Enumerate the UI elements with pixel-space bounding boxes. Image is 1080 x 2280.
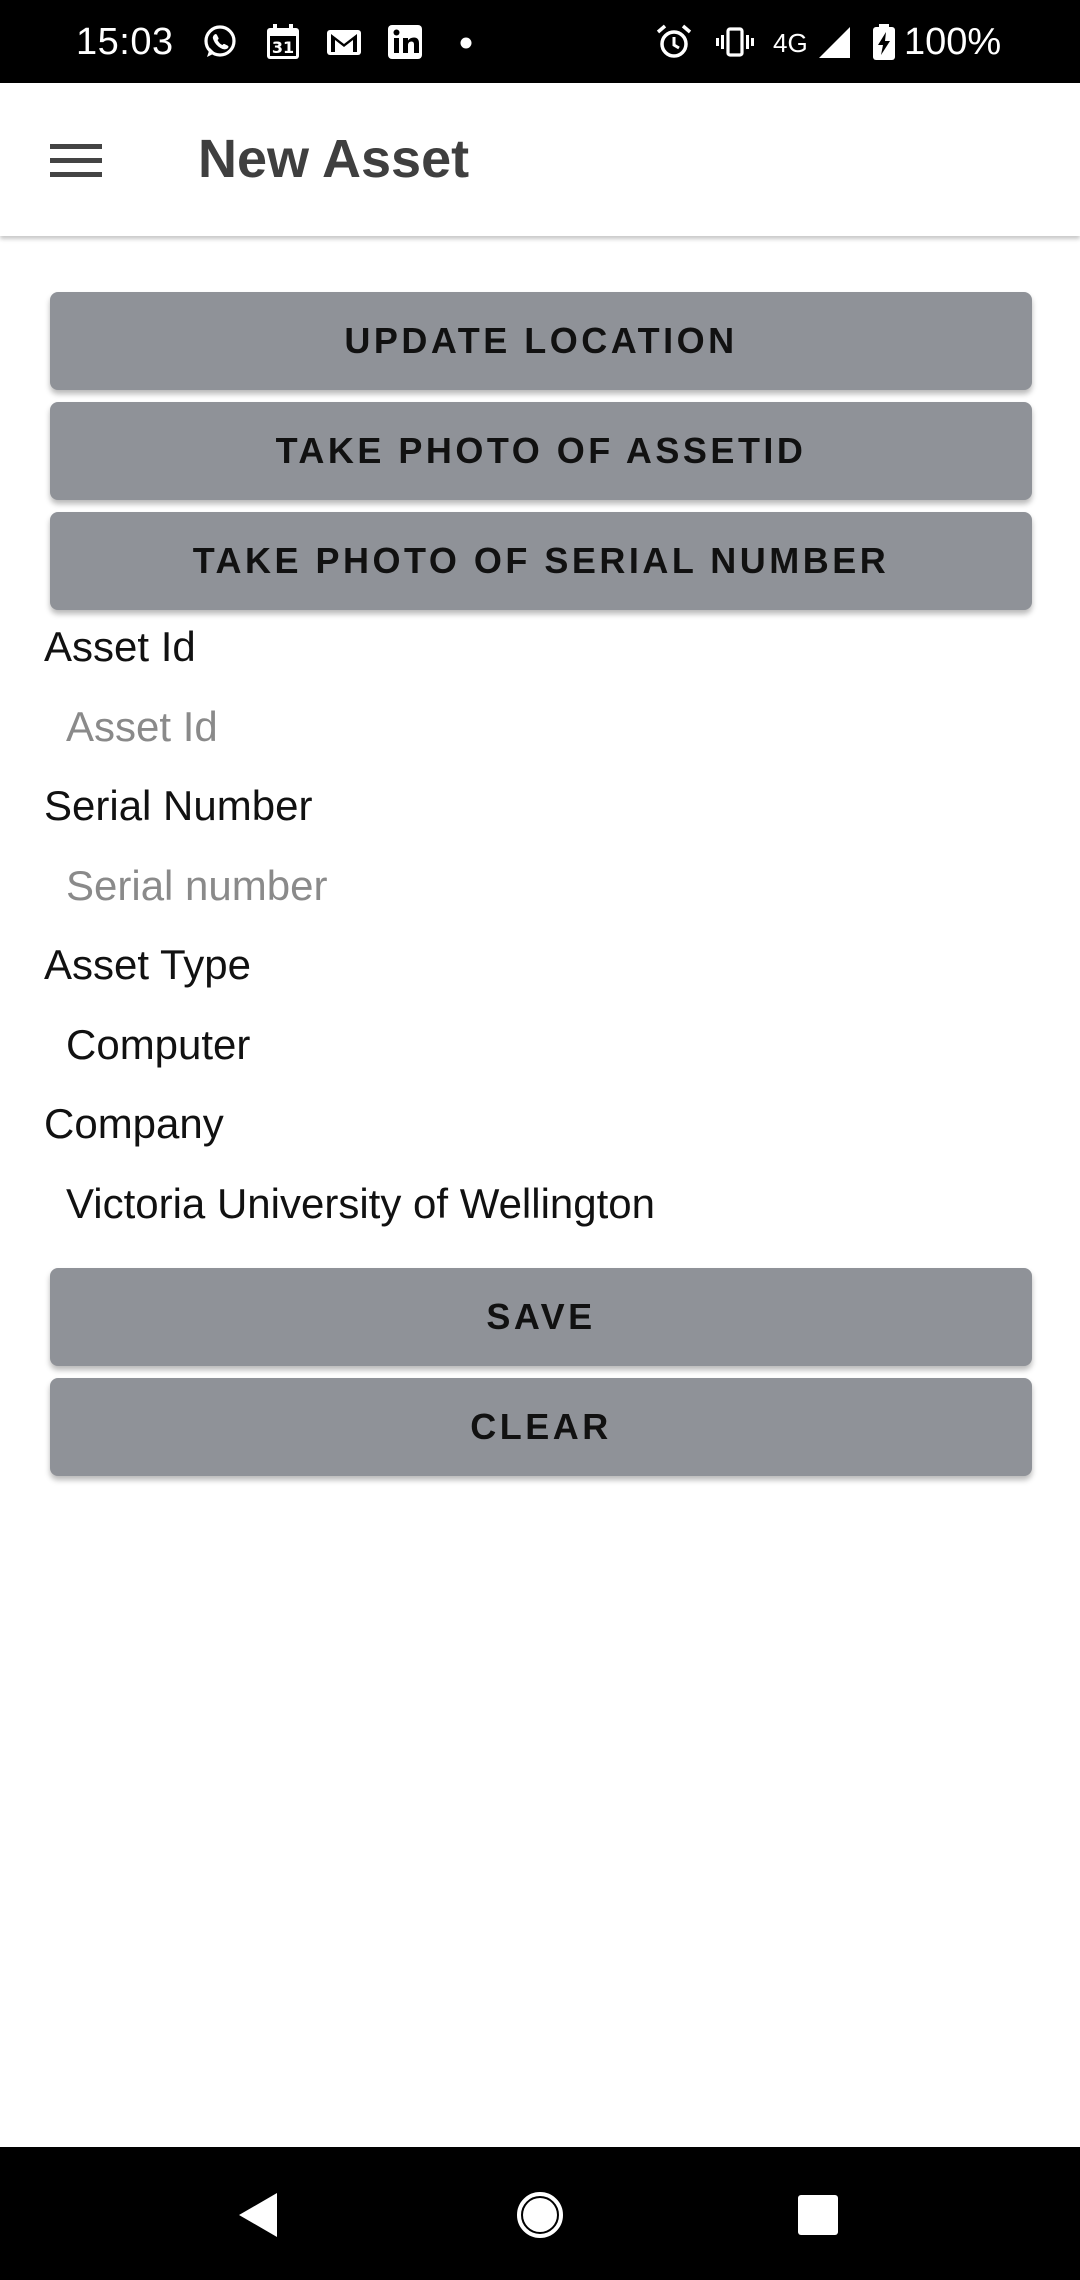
take-photo-assetid-button[interactable]: TAKE PHOTO OF ASSETID [50, 402, 1032, 500]
update-location-button[interactable]: UPDATE LOCATION [50, 292, 1032, 390]
network-type: 4G [773, 28, 808, 58]
alarm-icon [654, 22, 694, 62]
status-bar: 15:03 31 4G 100% [0, 0, 1080, 83]
home-icon[interactable] [512, 2187, 568, 2243]
asset-id-label: Asset Id [44, 623, 196, 670]
status-time: 15:03 [76, 21, 174, 63]
recents-icon[interactable] [790, 2187, 846, 2243]
battery-charging-icon [864, 22, 904, 62]
serial-number-input[interactable] [44, 853, 1056, 919]
app-bar: New Asset [0, 83, 1080, 236]
whatsapp-icon [200, 22, 240, 62]
company-label: Company [44, 1100, 224, 1147]
serial-number-label: Serial Number [44, 782, 313, 829]
linkedin-icon [385, 22, 425, 62]
gmail-icon [324, 22, 364, 62]
asset-id-input[interactable] [44, 694, 1056, 760]
asset-type-label: Asset Type [44, 941, 252, 988]
take-photo-serial-button[interactable]: TAKE PHOTO OF SERIAL NUMBER [50, 512, 1032, 610]
company-select[interactable]: Victoria University of Wellington [66, 1178, 655, 1230]
battery-percent: 100% [904, 21, 1002, 63]
clear-button[interactable]: CLEAR [50, 1378, 1032, 1476]
asset-type-select[interactable]: Computer [66, 1019, 250, 1071]
save-button[interactable]: SAVE [50, 1268, 1032, 1366]
signal-icon [814, 22, 854, 62]
calendar-icon: 31 [263, 22, 303, 62]
system-nav-bar [0, 2147, 1080, 2280]
back-icon[interactable] [231, 2187, 287, 2243]
menu-icon[interactable] [40, 131, 112, 189]
calendar-day: 31 [272, 38, 294, 57]
vibrate-icon [715, 22, 755, 62]
dot-icon [446, 22, 486, 62]
page-title: New Asset [198, 129, 470, 189]
